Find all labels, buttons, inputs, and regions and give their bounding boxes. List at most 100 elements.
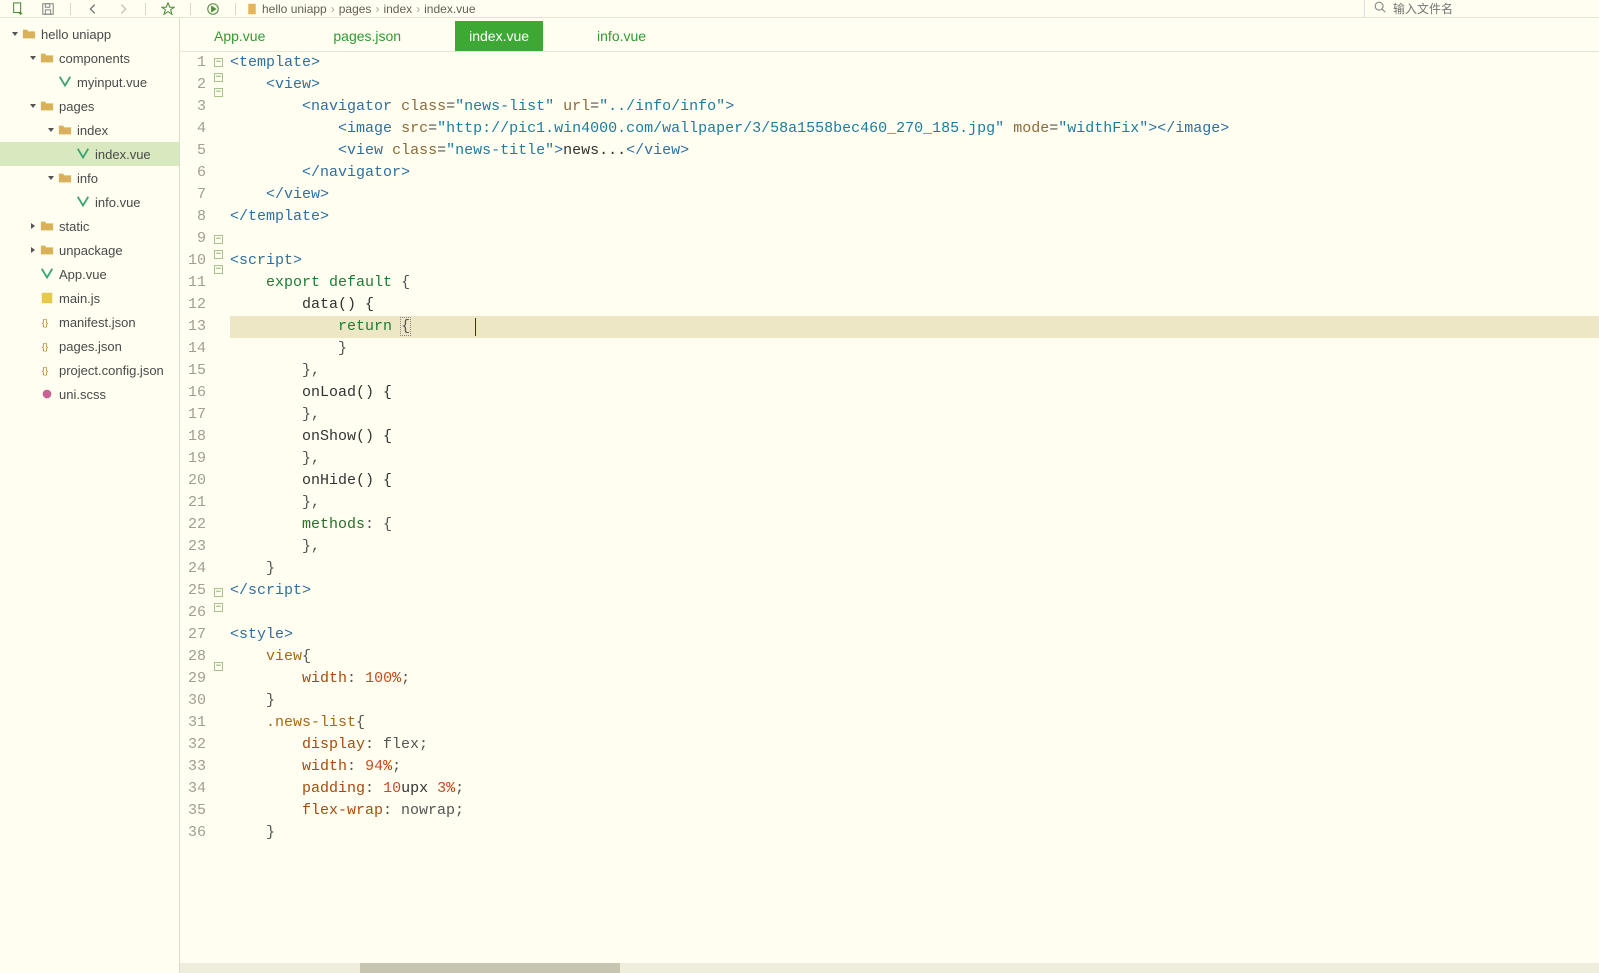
file-search-input[interactable]: [1393, 2, 1593, 16]
fold-toggle-icon[interactable]: −: [214, 58, 223, 67]
code-line[interactable]: </template>: [230, 206, 1599, 228]
tree-arrow-icon[interactable]: [46, 77, 56, 87]
code-line[interactable]: },: [230, 536, 1599, 558]
code-line[interactable]: [230, 602, 1599, 624]
code-line[interactable]: <template>: [230, 52, 1599, 74]
code-line[interactable]: </navigator>: [230, 162, 1599, 184]
code-line[interactable]: data() {: [230, 294, 1599, 316]
code-line[interactable]: </script>: [230, 580, 1599, 602]
tree-item[interactable]: unpackage: [0, 238, 179, 262]
code-line[interactable]: <image src="http://pic1.win4000.com/wall…: [230, 118, 1599, 140]
code-line[interactable]: flex-wrap: nowrap;: [230, 800, 1599, 822]
run-icon[interactable]: [201, 2, 225, 16]
fold-toggle-icon[interactable]: −: [214, 265, 223, 274]
code-line[interactable]: <view class="news-title">news...</view>: [230, 140, 1599, 162]
back-icon[interactable]: [81, 2, 105, 16]
fold-toggle-icon[interactable]: −: [214, 603, 223, 612]
tree-arrow-icon[interactable]: [28, 53, 38, 63]
code-line[interactable]: .news-list{: [230, 712, 1599, 734]
tree-arrow-icon[interactable]: [64, 197, 74, 207]
code-line[interactable]: width: 100%;: [230, 668, 1599, 690]
fold-toggle-icon[interactable]: −: [214, 235, 223, 244]
fold-toggle-icon[interactable]: −: [214, 88, 223, 97]
tree-item[interactable]: pages: [0, 94, 179, 118]
code-line[interactable]: },: [230, 360, 1599, 382]
code-line[interactable]: },: [230, 492, 1599, 514]
file-tree[interactable]: hello uniappcomponentsmyinput.vuepagesin…: [0, 18, 180, 973]
code-line[interactable]: onShow() {: [230, 426, 1599, 448]
tree-arrow-icon[interactable]: [28, 101, 38, 111]
tree-item[interactable]: static: [0, 214, 179, 238]
code-line[interactable]: }: [230, 338, 1599, 360]
tree-item[interactable]: App.vue: [0, 262, 179, 286]
code-line[interactable]: }: [230, 690, 1599, 712]
tree-arrow-icon[interactable]: [28, 317, 38, 327]
tree-item[interactable]: index: [0, 118, 179, 142]
tree-arrow-icon[interactable]: [28, 341, 38, 351]
breadcrumb-item[interactable]: pages: [339, 2, 372, 16]
code-line[interactable]: }: [230, 558, 1599, 580]
tree-item[interactable]: {}project.config.json: [0, 358, 179, 382]
tree-arrow-icon[interactable]: [28, 365, 38, 375]
tree-arrow-icon[interactable]: [46, 173, 56, 183]
editor-tab[interactable]: App.vue: [200, 21, 279, 51]
code-line[interactable]: [230, 228, 1599, 250]
horizontal-scrollbar[interactable]: [180, 963, 1599, 973]
code-line[interactable]: <navigator class="news-list" url="../inf…: [230, 96, 1599, 118]
code-line[interactable]: view{: [230, 646, 1599, 668]
code-line[interactable]: padding: 10upx 3%;: [230, 778, 1599, 800]
star-icon[interactable]: [156, 2, 180, 16]
breadcrumb-item[interactable]: index: [383, 2, 412, 16]
tree-item[interactable]: {}manifest.json: [0, 310, 179, 334]
code-line[interactable]: onHide() {: [230, 470, 1599, 492]
fold-toggle-icon[interactable]: −: [214, 73, 223, 82]
tree-item[interactable]: info: [0, 166, 179, 190]
code-line[interactable]: methods: {: [230, 514, 1599, 536]
tree-item[interactable]: hello uniapp: [0, 22, 179, 46]
code-line[interactable]: onLoad() {: [230, 382, 1599, 404]
tree-arrow-icon[interactable]: [46, 125, 56, 135]
tree-arrow-icon[interactable]: [28, 269, 38, 279]
scrollbar-thumb[interactable]: [360, 963, 620, 973]
code-editor[interactable]: 1234567891011121314151617181920212223242…: [180, 52, 1599, 963]
tree-item[interactable]: uni.scss: [0, 382, 179, 406]
editor-tab[interactable]: index.vue: [455, 21, 543, 51]
code-line[interactable]: export default {: [230, 272, 1599, 294]
code-line[interactable]: },: [230, 404, 1599, 426]
tree-arrow-icon[interactable]: [28, 293, 38, 303]
tree-item[interactable]: components: [0, 46, 179, 70]
tree-item[interactable]: index.vue: [0, 142, 179, 166]
code-content[interactable]: <template> <view> <navigator class="news…: [228, 52, 1599, 963]
fold-toggle-icon[interactable]: −: [214, 250, 223, 259]
tree-item-label: unpackage: [59, 243, 123, 258]
tree-arrow-icon[interactable]: [28, 221, 38, 231]
fold-toggle-icon[interactable]: −: [214, 588, 223, 597]
breadcrumb-item[interactable]: index.vue: [424, 2, 475, 16]
code-line[interactable]: return {: [230, 316, 1599, 338]
tree-item[interactable]: {}pages.json: [0, 334, 179, 358]
code-line[interactable]: <view>: [230, 74, 1599, 96]
code-line[interactable]: <style>: [230, 624, 1599, 646]
new-file-icon[interactable]: [6, 2, 30, 16]
breadcrumb: hello uniapp › pages › index › index.vue: [246, 2, 476, 16]
fold-toggle-icon[interactable]: −: [214, 662, 223, 671]
editor-tab[interactable]: pages.json: [319, 21, 415, 51]
code-line[interactable]: },: [230, 448, 1599, 470]
code-line[interactable]: <script>: [230, 250, 1599, 272]
search-icon[interactable]: [1364, 0, 1387, 17]
tree-arrow-icon[interactable]: [28, 389, 38, 399]
tree-arrow-icon[interactable]: [10, 29, 20, 39]
tree-item[interactable]: info.vue: [0, 190, 179, 214]
tree-item[interactable]: myinput.vue: [0, 70, 179, 94]
forward-icon[interactable]: [111, 2, 135, 16]
tree-item[interactable]: main.js: [0, 286, 179, 310]
save-icon[interactable]: [36, 2, 60, 16]
code-line[interactable]: }: [230, 822, 1599, 844]
code-line[interactable]: </view>: [230, 184, 1599, 206]
code-line[interactable]: display: flex;: [230, 734, 1599, 756]
editor-tab[interactable]: info.vue: [583, 21, 660, 51]
tree-arrow-icon[interactable]: [28, 245, 38, 255]
tree-arrow-icon[interactable]: [64, 149, 74, 159]
breadcrumb-item[interactable]: hello uniapp: [262, 2, 327, 16]
code-line[interactable]: width: 94%;: [230, 756, 1599, 778]
